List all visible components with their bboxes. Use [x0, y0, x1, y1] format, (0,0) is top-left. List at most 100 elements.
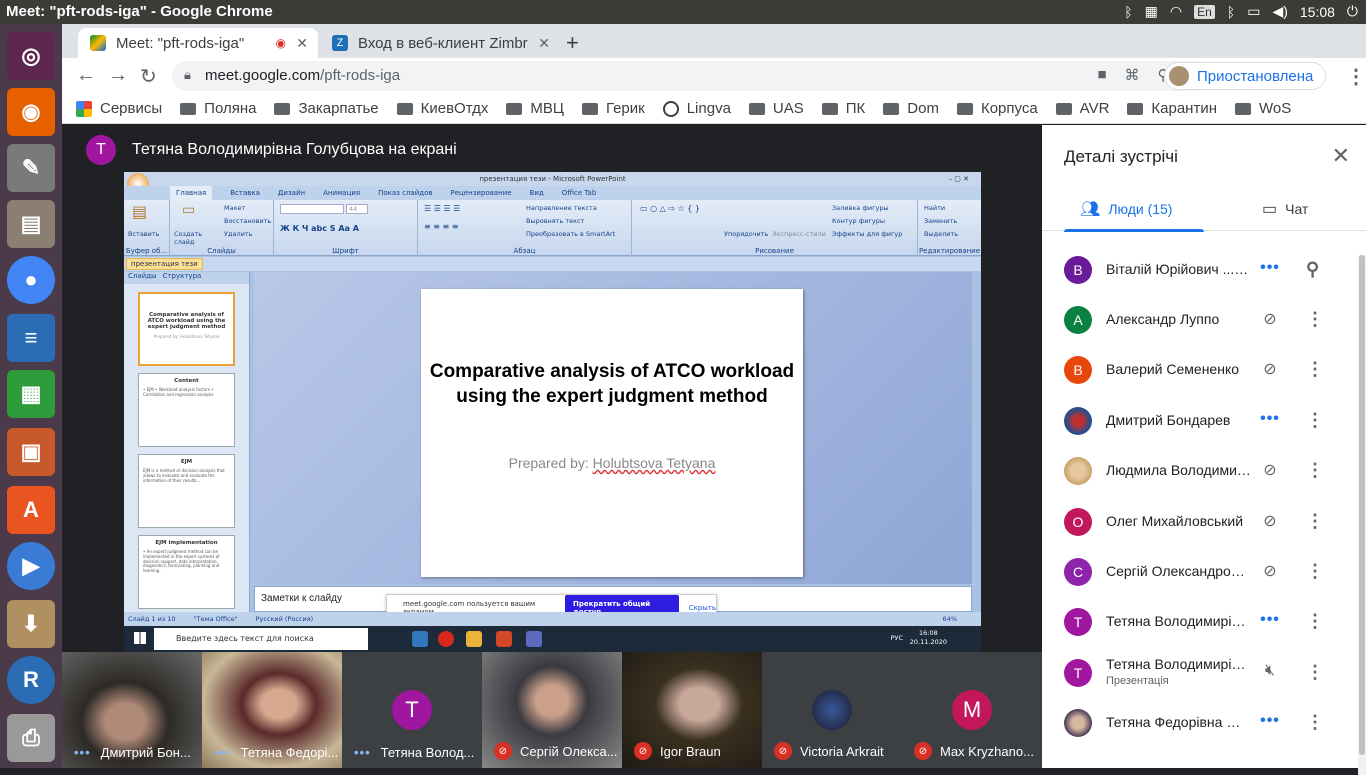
- bookmark-folder[interactable]: Герик: [581, 100, 645, 117]
- lock-icon[interactable]: 🔒︎: [184, 67, 191, 83]
- clock[interactable]: 15:08: [1300, 4, 1335, 20]
- bluetooth-icon[interactable]: ᛒ: [1124, 4, 1132, 20]
- files-icon[interactable]: ▤: [7, 200, 55, 248]
- impress-icon[interactable]: ▣: [7, 428, 55, 476]
- folder-icon: [1127, 102, 1144, 115]
- writer-icon[interactable]: ≡: [7, 314, 55, 362]
- participant-row[interactable]: В Віталій Юрійович ... (Ви) ••• ⚲: [1042, 245, 1352, 295]
- bookmark-lingva[interactable]: Lingva: [662, 100, 731, 117]
- tab-zimbra[interactable]: Z Вход в веб-клиент Zimbr ✕: [320, 28, 560, 58]
- opera-icon: [438, 631, 454, 647]
- more-options-icon[interactable]: ⋮: [1306, 611, 1324, 632]
- participant-tile[interactable]: T ••• Тетяна Волод...: [342, 652, 482, 768]
- calc-icon[interactable]: ▦: [7, 370, 55, 418]
- bookmark-folder[interactable]: Корпуса: [956, 100, 1038, 117]
- profile-label: Приостановлена: [1197, 67, 1314, 85]
- chrome-icon[interactable]: ●: [7, 256, 55, 304]
- tab-people[interactable]: 👥︎ Люди (15): [1080, 199, 1172, 219]
- ribbon: ▤ Вставить Буфер об... ▭ Создать слайд М…: [124, 200, 981, 256]
- ribbon-tab: Дизайн: [277, 189, 306, 197]
- wifi-icon[interactable]: ◠: [1170, 3, 1182, 20]
- battery-icon[interactable]: ▭: [1247, 3, 1260, 20]
- font-size-box: 44: [346, 204, 368, 214]
- more-options-icon[interactable]: ⋮: [1306, 410, 1324, 431]
- participant-row[interactable]: Т Тетяна Володимирівна... ••• ⋮: [1042, 597, 1352, 647]
- more-options-icon[interactable]: ⋮: [1306, 511, 1324, 532]
- more-options-icon[interactable]: ⋮: [1306, 309, 1324, 330]
- shared-screen[interactable]: презентация тези - Microsoft PowerPoint …: [124, 172, 981, 652]
- close-panel-icon[interactable]: ✕: [1332, 143, 1350, 169]
- participant-row[interactable]: Тетяна Федорівна Шме... ••• ⋮: [1042, 698, 1352, 748]
- media-player-icon[interactable]: ▶: [7, 542, 55, 590]
- settings-icon[interactable]: ✎: [7, 144, 55, 192]
- bookmark-folder[interactable]: AVR: [1055, 100, 1109, 117]
- close-tab-icon[interactable]: ✕: [538, 35, 550, 52]
- participant-tile[interactable]: ⊘ Igor Braun: [622, 652, 762, 768]
- participant-tile[interactable]: ⊘ Victoria Arkrait: [762, 652, 902, 768]
- r-icon[interactable]: R: [7, 656, 55, 704]
- windows-taskbar: Введите здесь текст для поиска РУС 16:08…: [124, 626, 981, 652]
- participant-tile[interactable]: ••• Дмитрий Бон...: [62, 652, 202, 768]
- bookmark-folder[interactable]: Закарпатье: [274, 100, 379, 117]
- printer-icon[interactable]: ⎙: [7, 714, 55, 762]
- participant-name: Дмитрий Бондарев: [1106, 412, 1231, 428]
- pin-icon[interactable]: ⚲: [1306, 259, 1319, 280]
- slide-thumbnail: 1 Comparative analysis of ATCO workload …: [138, 292, 235, 366]
- participant-row[interactable]: Дмитрий Бондарев ••• ⋮: [1042, 396, 1352, 446]
- bookmark-folder[interactable]: Карантин: [1127, 100, 1217, 117]
- bookmark-label: КиевОтдх: [420, 100, 489, 117]
- participant-row[interactable]: В Валерий Семененко ⊘ ⋮: [1042, 345, 1352, 395]
- workspace-icon[interactable]: ▦: [1145, 3, 1158, 20]
- reload-icon[interactable]: ↻: [140, 64, 157, 89]
- profile-button[interactable]: Приостановлена: [1164, 62, 1327, 90]
- archive-icon[interactable]: ⬇: [7, 600, 55, 648]
- bookmark-folder[interactable]: WoS: [1235, 100, 1291, 117]
- back-icon[interactable]: ←: [76, 64, 96, 87]
- keyboard-layout[interactable]: En: [1194, 4, 1215, 19]
- bookmark-folder[interactable]: ПК: [821, 100, 865, 117]
- power-icon[interactable]: ⏻: [1347, 3, 1358, 20]
- audio-off-icon: 🔇︎: [1264, 662, 1276, 679]
- software-center-icon[interactable]: A: [7, 486, 55, 534]
- more-options-icon[interactable]: ⋮: [1306, 460, 1324, 481]
- firefox-icon[interactable]: ◉: [7, 88, 55, 136]
- new-tab-icon[interactable]: +: [566, 30, 579, 56]
- bookmark-folder[interactable]: Dom: [883, 100, 939, 117]
- participant-list-scrollbar[interactable]: [1358, 255, 1366, 775]
- participant-row[interactable]: Т Тетяна Володимирівна... Презентація 🔇︎…: [1042, 648, 1352, 698]
- bookmark-folder[interactable]: МВЦ: [506, 100, 564, 117]
- more-options-icon[interactable]: ⋮: [1306, 712, 1324, 733]
- address-bar[interactable]: 🔒︎ meet.google.com/pft-rods-iga ■ ⌘ ⚲ ☆: [172, 61, 1212, 91]
- volume-icon[interactable]: ◀): [1272, 3, 1287, 20]
- participant-tile[interactable]: ••• Тетяна Федорі...: [202, 652, 342, 768]
- hide-button: Скрыть: [688, 604, 716, 612]
- list-icons: ☰ ☰ ☰ ☰: [424, 204, 461, 213]
- participant-tile[interactable]: M ⊘ Max Kryzhano...: [902, 652, 1042, 768]
- scrollbar-thumb[interactable]: [1359, 255, 1365, 755]
- translate-icon[interactable]: ⌘: [1125, 66, 1140, 84]
- tab-chat[interactable]: ▭ Чат: [1262, 199, 1308, 219]
- participant-row[interactable]: С Сергій Олександрови... ⊘ ⋮: [1042, 547, 1352, 597]
- close-tab-icon[interactable]: ✕: [296, 35, 308, 52]
- chrome-menu-icon[interactable]: ⋮: [1346, 64, 1366, 89]
- bookmark-folder[interactable]: UAS: [748, 100, 804, 117]
- ribbon-tab: Главная: [170, 186, 213, 200]
- ubuntu-dash-icon[interactable]: ◎: [7, 32, 55, 80]
- quick-styles-label: Экспресс-стили: [772, 230, 826, 238]
- bluetooth-icon-2[interactable]: ᛒ: [1227, 4, 1235, 20]
- more-options-icon[interactable]: ⋮: [1306, 359, 1324, 380]
- participant-row[interactable]: О Олег Михайловський ⊘ ⋮: [1042, 497, 1352, 547]
- participant-row[interactable]: А Александр Луппо ⊘ ⋮: [1042, 295, 1352, 345]
- bookmark-folder[interactable]: Поляна: [180, 100, 256, 117]
- more-options-icon[interactable]: ⋮: [1306, 662, 1324, 683]
- more-options-icon[interactable]: ⋮: [1306, 561, 1324, 582]
- font-name-box: [280, 204, 344, 214]
- tab-meet[interactable]: Meet: "pft-rods-iga" ◉ ✕: [78, 28, 318, 58]
- forward-icon[interactable]: →: [108, 64, 128, 87]
- camera-icon[interactable]: ■: [1097, 66, 1106, 84]
- folder-icon: [396, 102, 413, 115]
- participant-row[interactable]: Людмила Володимирі... ⊘ ⋮: [1042, 446, 1352, 496]
- bookmark-services[interactable]: Сервисы: [76, 100, 162, 117]
- participant-tile[interactable]: ⊘ Сергій Олекса...: [482, 652, 622, 768]
- bookmark-folder[interactable]: КиевОтдх: [396, 100, 489, 117]
